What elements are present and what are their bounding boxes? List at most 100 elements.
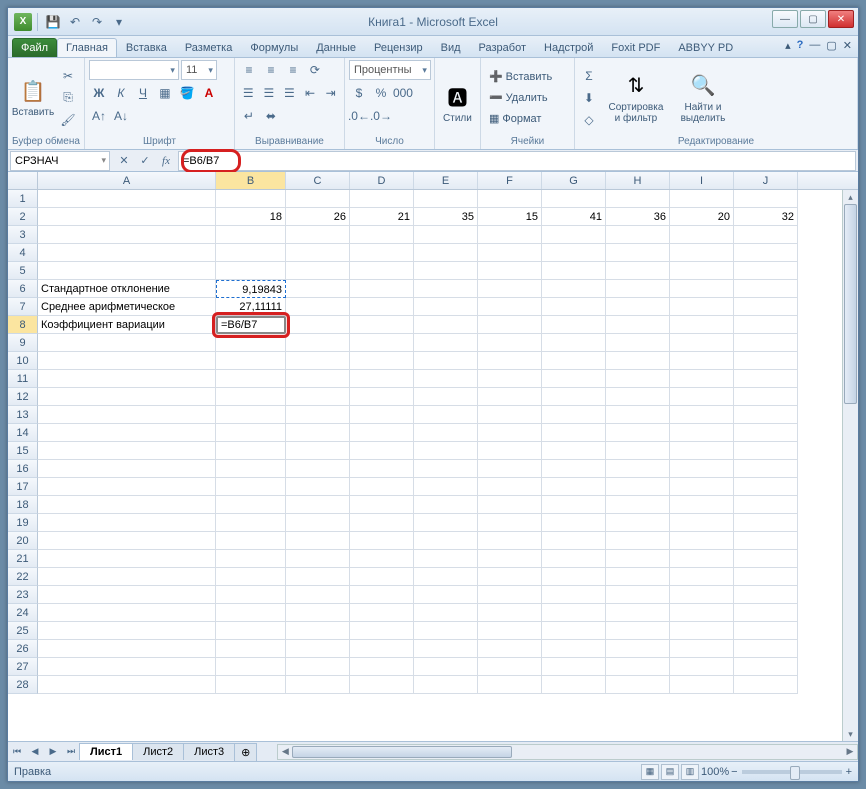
name-box[interactable]: СРЗНАЧ [10,151,110,171]
cell-I19[interactable] [670,514,734,532]
cell-F24[interactable] [478,604,542,622]
cell-A25[interactable] [38,622,216,640]
cell-H26[interactable] [606,640,670,658]
col-header-A[interactable]: A [38,172,216,189]
shrink-font-button[interactable]: A↓ [111,106,131,126]
cell-G25[interactable] [542,622,606,640]
cell-D20[interactable] [350,532,414,550]
cell-I5[interactable] [670,262,734,280]
cell-H12[interactable] [606,388,670,406]
cell-F19[interactable] [478,514,542,532]
cell-F16[interactable] [478,460,542,478]
sheet-next-button[interactable]: ▶ [44,743,62,761]
cell-B20[interactable] [216,532,286,550]
font-name-select[interactable] [89,60,179,80]
undo-button[interactable]: ↶ [65,12,85,32]
cell-G23[interactable] [542,586,606,604]
italic-button[interactable]: К [111,83,131,103]
cell-E13[interactable] [414,406,478,424]
cell-C14[interactable] [286,424,350,442]
cell-B6[interactable]: 9,19843 [216,280,286,298]
cell-E9[interactable] [414,334,478,352]
fill-color-button[interactable]: 🪣 [177,83,197,103]
cell-H25[interactable] [606,622,670,640]
cell-F8[interactable] [478,316,542,334]
font-color-button[interactable]: A [199,83,219,103]
cell-B15[interactable] [216,442,286,460]
cell-H27[interactable] [606,658,670,676]
formula-cancel-button[interactable]: ✕ [114,152,134,170]
cell-B14[interactable] [216,424,286,442]
tab-addins[interactable]: Надстрой [535,38,602,57]
percent-button[interactable]: % [371,83,391,103]
number-format-select[interactable]: Процентны [349,60,431,80]
cell-I2[interactable]: 20 [670,208,734,226]
insert-cells-button[interactable]: ➕Вставить [485,67,570,87]
cell-J20[interactable] [734,532,798,550]
cell-B19[interactable] [216,514,286,532]
select-all-corner[interactable] [8,172,38,189]
cell-I22[interactable] [670,568,734,586]
cell-I9[interactable] [670,334,734,352]
cell-F25[interactable] [478,622,542,640]
cell-B2[interactable]: 18 [216,208,286,226]
cell-A11[interactable] [38,370,216,388]
cell-A28[interactable] [38,676,216,694]
cell-C13[interactable] [286,406,350,424]
cell-H8[interactable] [606,316,670,334]
cell-B17[interactable] [216,478,286,496]
cell-J7[interactable] [734,298,798,316]
cell-F3[interactable] [478,226,542,244]
cell-G19[interactable] [542,514,606,532]
cell-E2[interactable]: 35 [414,208,478,226]
row-header[interactable]: 24 [8,604,38,622]
cell-J25[interactable] [734,622,798,640]
hscroll-thumb[interactable] [292,746,512,758]
cell-G18[interactable] [542,496,606,514]
cell-G1[interactable] [542,190,606,208]
cell-D25[interactable] [350,622,414,640]
cell-H18[interactable] [606,496,670,514]
cell-C2[interactable]: 26 [286,208,350,226]
currency-button[interactable]: $ [349,83,369,103]
cell-G5[interactable] [542,262,606,280]
cell-E26[interactable] [414,640,478,658]
underline-button[interactable]: Ч [133,83,153,103]
zoom-slider[interactable]: − + [731,766,852,778]
row-header[interactable]: 21 [8,550,38,568]
cell-I24[interactable] [670,604,734,622]
cell-H3[interactable] [606,226,670,244]
comma-button[interactable]: 000 [393,83,413,103]
cell-J27[interactable] [734,658,798,676]
cell-D23[interactable] [350,586,414,604]
tab-abbyy[interactable]: ABBYY PD [669,38,742,57]
cell-E28[interactable] [414,676,478,694]
copy-button[interactable]: ⎘ [58,88,78,108]
cell-J16[interactable] [734,460,798,478]
cell-A4[interactable] [38,244,216,262]
cell-D8[interactable] [350,316,414,334]
cell-A27[interactable] [38,658,216,676]
cell-F17[interactable] [478,478,542,496]
cell-F23[interactable] [478,586,542,604]
cell-I17[interactable] [670,478,734,496]
cell-E22[interactable] [414,568,478,586]
font-size-select[interactable]: 11 [181,60,217,80]
align-middle-button[interactable]: ≡ [261,60,281,80]
cell-B12[interactable] [216,388,286,406]
cell-A21[interactable] [38,550,216,568]
cell-G9[interactable] [542,334,606,352]
cell-A18[interactable] [38,496,216,514]
cell-H6[interactable] [606,280,670,298]
cell-F21[interactable] [478,550,542,568]
cell-J12[interactable] [734,388,798,406]
cell-E19[interactable] [414,514,478,532]
cell-I4[interactable] [670,244,734,262]
cell-H10[interactable] [606,352,670,370]
cell-B11[interactable] [216,370,286,388]
cell-H24[interactable] [606,604,670,622]
tab-file[interactable]: Файл [12,38,57,57]
find-select-button[interactable]: 🔍 Найти и выделить [673,60,733,135]
cell-C7[interactable] [286,298,350,316]
cell-I18[interactable] [670,496,734,514]
